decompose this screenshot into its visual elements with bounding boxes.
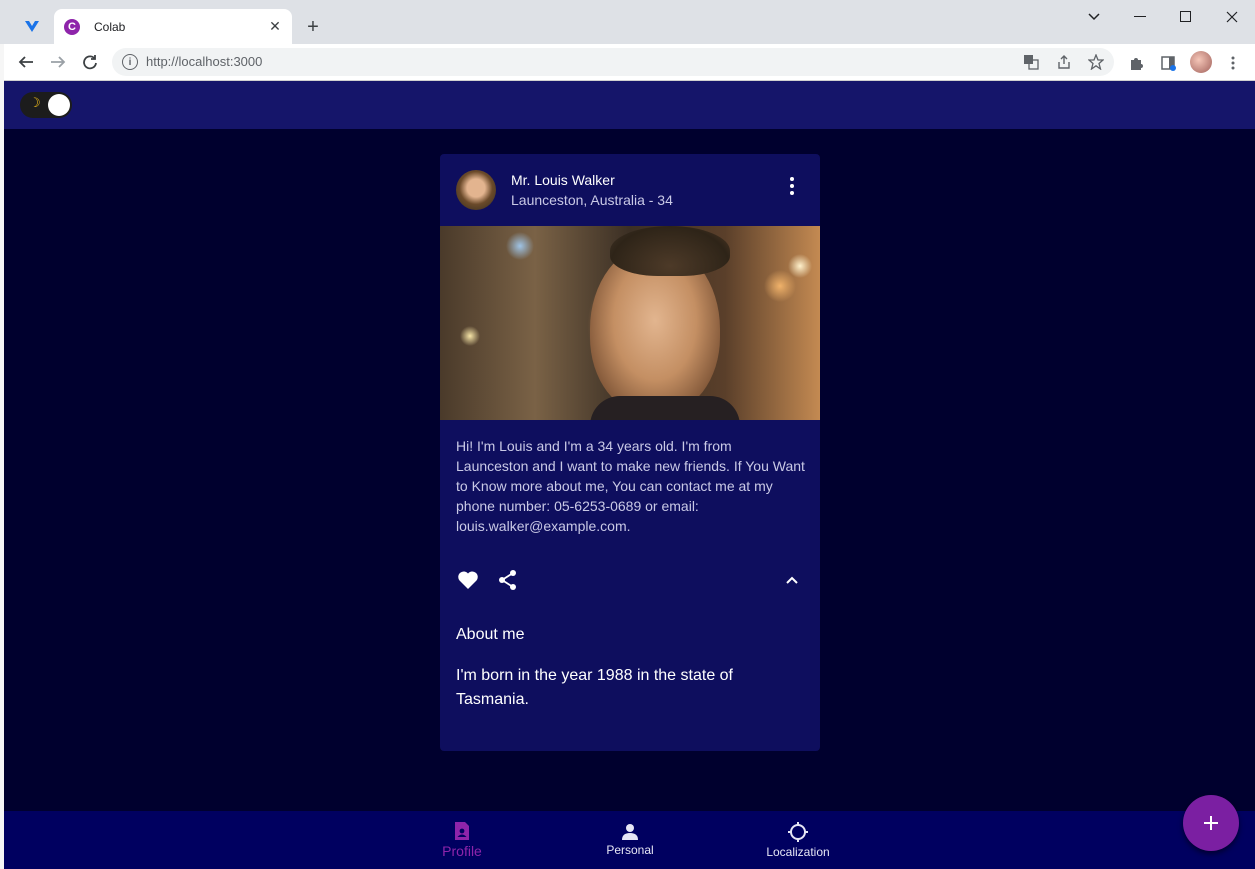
site-info-icon[interactable]: i [122, 54, 138, 70]
card-actions [440, 564, 820, 596]
expand-less-icon[interactable] [776, 564, 808, 596]
favorite-heart-icon[interactable] [452, 564, 484, 596]
about-text: I'm born in the year 1988 in the state o… [456, 667, 733, 708]
browser-profile-avatar[interactable] [1190, 51, 1212, 73]
window-close-icon[interactable] [1217, 6, 1247, 28]
about-title: About me [456, 626, 525, 643]
browser-tab-colab[interactable]: C Colab ✕ [54, 9, 292, 44]
profile-bio: Hi! I'm Louis and I'm a 34 years old. I'… [456, 438, 805, 534]
bookmark-star-icon[interactable] [1087, 53, 1105, 71]
minimize-icon[interactable] [1125, 6, 1155, 28]
toggle-knob [48, 94, 70, 116]
more-vert-icon[interactable] [780, 174, 804, 198]
profile-location: Launceston, Australia - 34 [511, 192, 673, 208]
app-bar: ☽ [4, 81, 1255, 129]
share-icon[interactable] [492, 564, 524, 596]
profile-name: Mr. Louis Walker [511, 172, 615, 188]
nav-item-profile[interactable]: Profile [402, 811, 522, 869]
tab-title: Colab [94, 19, 126, 34]
pinned-extension-tab[interactable] [16, 12, 48, 42]
extension-logo-icon [25, 21, 39, 32]
extensions-puzzle-icon[interactable] [1125, 52, 1147, 74]
nav-label-personal: Personal [606, 843, 654, 857]
forward-arrow-icon[interactable] [46, 50, 70, 74]
browser-toolbar: i http://localhost:3000 [0, 44, 1255, 81]
moon-icon: ☽ [29, 95, 41, 110]
card-header: Mr. Louis Walker Launceston, Australia -… [440, 154, 820, 226]
translate-icon[interactable] [1022, 53, 1040, 71]
crosshair-icon [788, 822, 808, 842]
browser-tab-bar: C Colab ✕ + [0, 0, 1255, 44]
reload-icon[interactable] [78, 50, 102, 74]
reading-list-icon[interactable] [1157, 52, 1179, 74]
add-fab-button[interactable] [1183, 795, 1239, 851]
share-page-icon[interactable] [1055, 53, 1073, 71]
profile-card: Mr. Louis Walker Launceston, Australia -… [440, 154, 820, 751]
nav-item-localization[interactable]: Localization [738, 811, 858, 869]
maximize-icon[interactable] [1171, 6, 1201, 28]
nav-item-personal[interactable]: Personal [570, 811, 690, 869]
address-bar[interactable]: i http://localhost:3000 [112, 48, 1114, 76]
url-text: http://localhost:3000 [146, 54, 263, 69]
dark-mode-toggle[interactable]: ☽ [20, 92, 72, 118]
tab-close-icon[interactable]: ✕ [266, 17, 284, 35]
profile-photo [440, 226, 820, 420]
app-root: ☽ Mr. Louis Walker Launceston, Australia… [4, 81, 1255, 869]
new-tab-button[interactable]: + [302, 16, 324, 38]
nav-label-profile: Profile [442, 843, 482, 859]
nav-label-localization: Localization [766, 845, 830, 859]
tab-search-icon[interactable] [1079, 6, 1109, 28]
profile-badge-icon [455, 822, 469, 840]
person-icon [622, 824, 638, 840]
plus-icon [1204, 816, 1218, 830]
browser-menu-icon[interactable] [1222, 52, 1244, 74]
avatar [456, 170, 496, 210]
colab-favicon-icon: C [64, 18, 80, 35]
bottom-navigation: Profile Personal Localization [4, 811, 1255, 869]
back-arrow-icon[interactable] [14, 50, 38, 74]
